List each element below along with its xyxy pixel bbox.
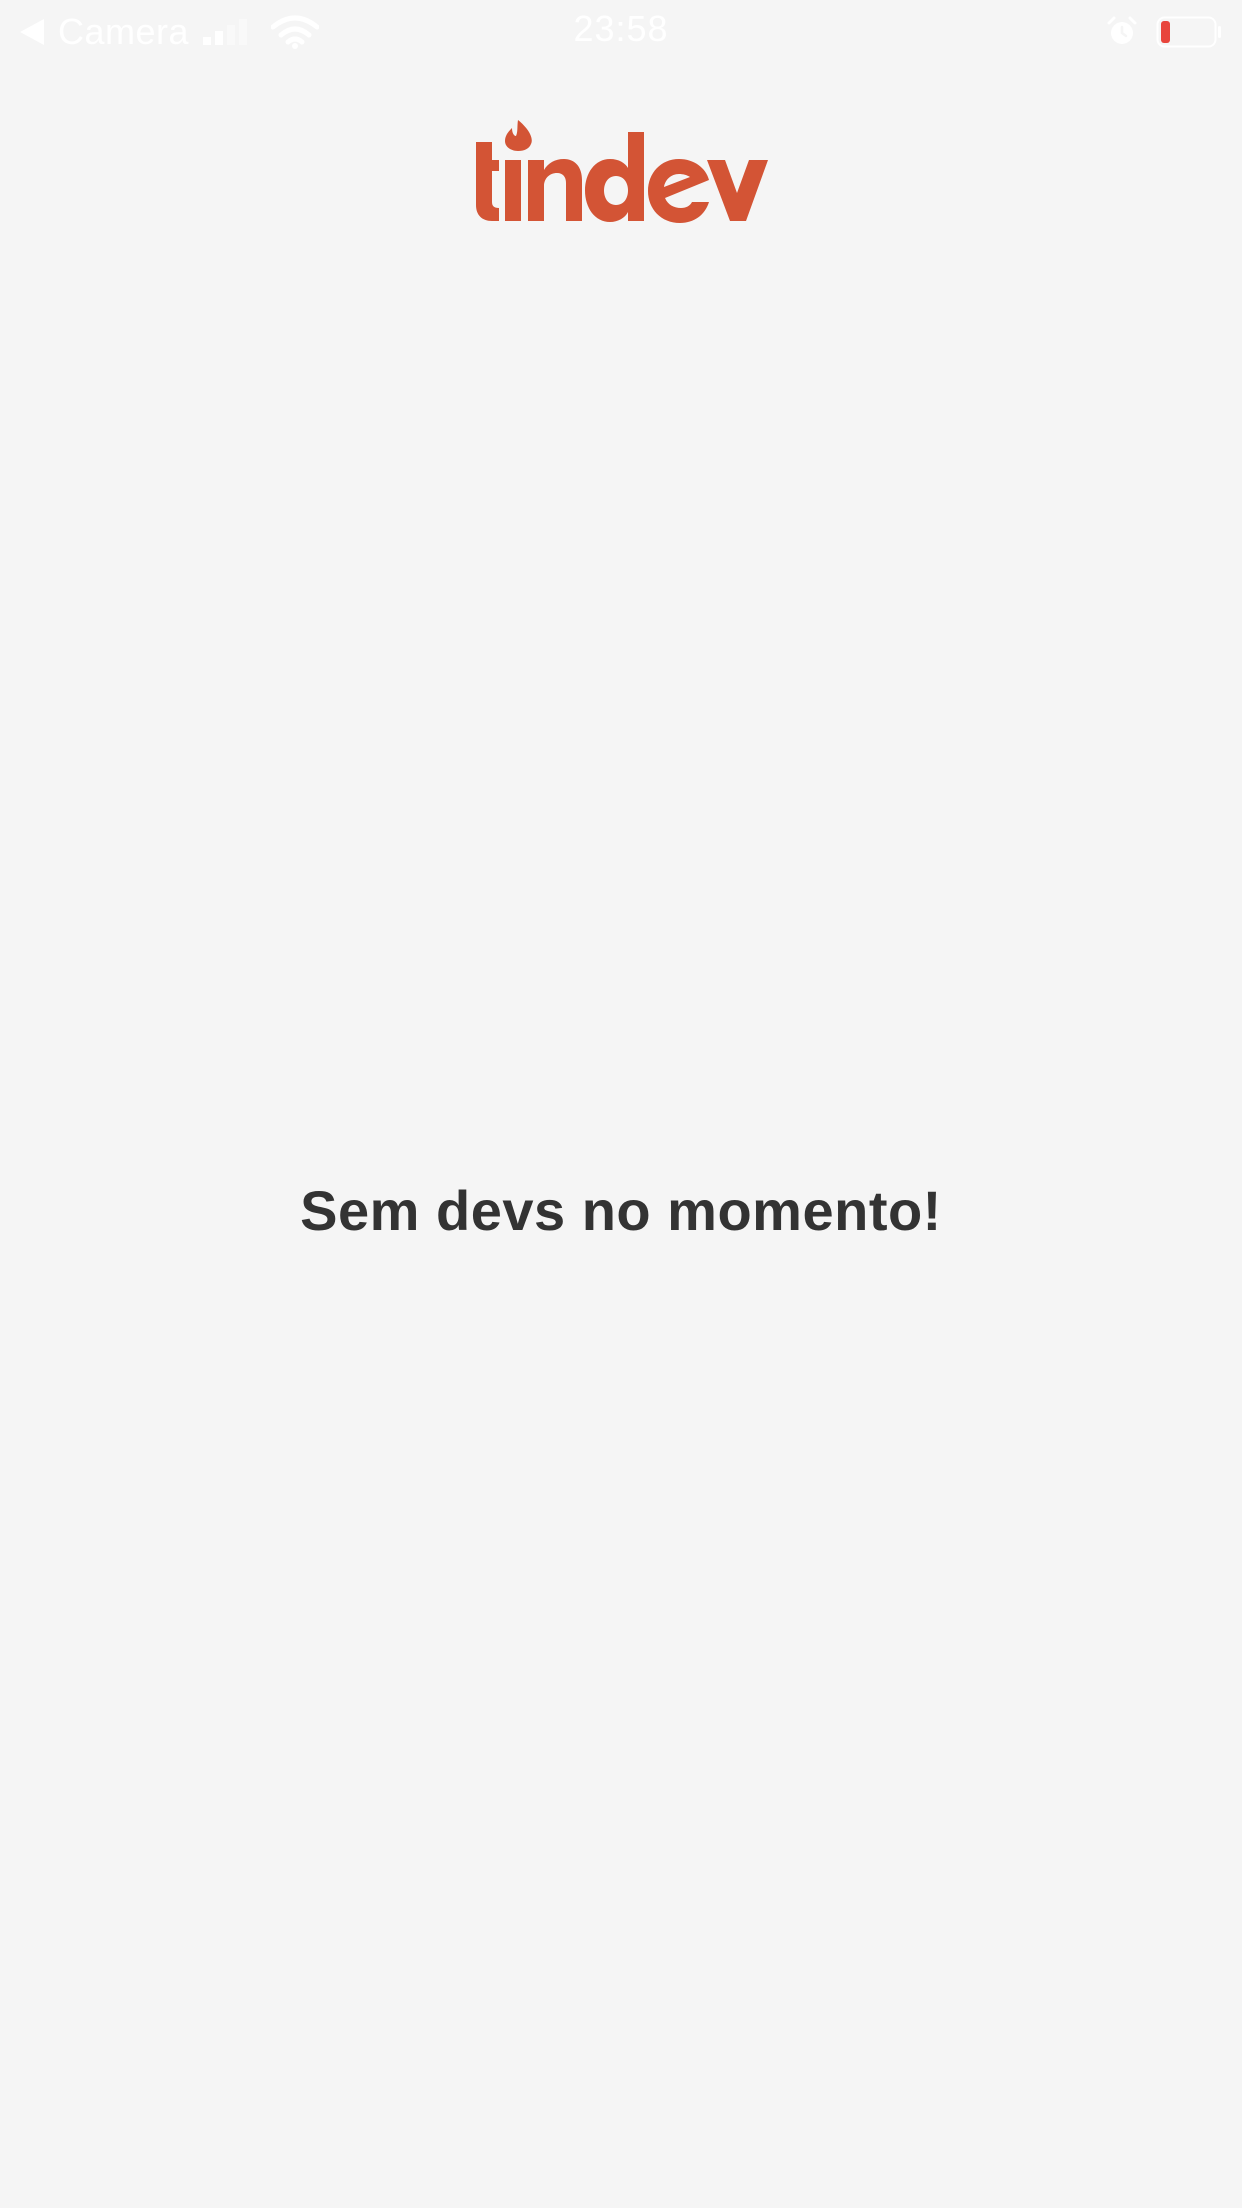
status-right bbox=[1106, 12, 1222, 52]
main-screen: Camera 23:58 Sem devs no momento! bbox=[0, 0, 1242, 2208]
tindev-logo: tindev bbox=[476, 120, 768, 223]
battery-icon bbox=[1156, 16, 1221, 48]
status-time: 23:58 bbox=[573, 8, 669, 49]
alarm-icon bbox=[1107, 16, 1137, 44]
empty-state-message: Sem devs no momento! bbox=[300, 1179, 942, 1242]
status-bar: Camera 23:58 bbox=[0, 0, 1242, 62]
